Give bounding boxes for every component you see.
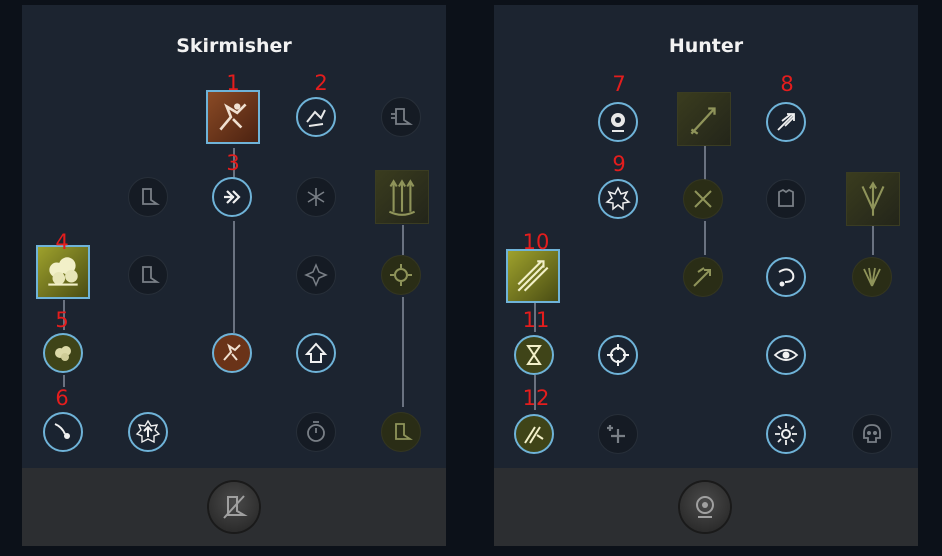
skill-node-archer-leap[interactable] xyxy=(206,90,260,144)
skill-node-arrow-volley[interactable] xyxy=(375,170,429,224)
boot-speed-icon xyxy=(391,108,413,125)
tree-title: Hunter xyxy=(668,35,744,57)
skill-node-hook-shot[interactable] xyxy=(766,257,806,297)
plus-cross-icon xyxy=(607,425,625,443)
skill-node-up-burst[interactable] xyxy=(128,412,168,452)
connector xyxy=(704,144,706,181)
skill-node-smoke-small[interactable] xyxy=(43,333,83,373)
skull-icon xyxy=(863,424,881,443)
boot-icon xyxy=(142,266,160,283)
skill-node-burst-arrow[interactable] xyxy=(296,255,336,295)
eye-icon xyxy=(773,349,799,361)
connector xyxy=(402,225,404,255)
skill-node-scatter-shot[interactable] xyxy=(296,177,336,217)
step-marker: 9 xyxy=(612,152,626,176)
target-burst-icon xyxy=(775,423,797,445)
step-marker: 1 xyxy=(226,71,240,95)
archer-leap-icon xyxy=(219,103,247,131)
skill-node-trident-volley[interactable] xyxy=(846,172,900,226)
tree-root-node[interactable] xyxy=(209,482,259,532)
skill-node-tracker[interactable] xyxy=(598,102,638,142)
tracker-icon xyxy=(696,496,714,518)
up-burst-icon xyxy=(135,419,161,444)
double-chevron-icon xyxy=(224,190,241,204)
tree-footer xyxy=(494,468,918,546)
skill-node-stopwatch[interactable] xyxy=(296,412,336,452)
skill-node-dash-strike[interactable] xyxy=(296,97,336,137)
skill-node-plus-cross[interactable] xyxy=(598,414,638,454)
hook-shot-icon xyxy=(778,268,795,287)
step-marker: 12 xyxy=(522,386,550,410)
skill-node-trident-arrow[interactable] xyxy=(766,102,806,142)
step-marker: 4 xyxy=(55,230,69,254)
skill-node-target-burst[interactable] xyxy=(766,414,806,454)
skill-node-fan-arrows[interactable] xyxy=(852,257,892,297)
arrow-volley-icon xyxy=(388,179,416,216)
comet-icon xyxy=(54,423,70,439)
smoke-cloud-icon xyxy=(48,257,78,286)
skill-node-piercing-shot[interactable] xyxy=(683,257,723,297)
step-marker: 2 xyxy=(314,71,328,95)
skill-node-boot-evade[interactable] xyxy=(128,177,168,217)
skill-node-armor[interactable] xyxy=(766,179,806,219)
skill-node-eye[interactable] xyxy=(766,335,806,375)
boot-up-icon xyxy=(304,342,328,363)
skill-node-arrow-burst[interactable] xyxy=(514,414,554,454)
skirmisher-tree-panel: Skirmisher 1 2 3 4 5 6 xyxy=(22,5,446,546)
connector xyxy=(402,297,404,407)
step-marker: 10 xyxy=(522,230,550,254)
skill-node-double-chevron[interactable] xyxy=(212,177,252,217)
boot-icon xyxy=(142,188,160,205)
boot-icon xyxy=(395,423,413,440)
skill-node-spiked-burst[interactable] xyxy=(381,255,421,295)
step-marker: 6 xyxy=(55,386,69,410)
skill-node-crossed-arrows[interactable] xyxy=(683,179,723,219)
skill-node-boot-speed[interactable] xyxy=(381,97,421,137)
tree-root-node[interactable] xyxy=(680,482,730,532)
piercing-shot-icon xyxy=(693,267,711,287)
connector xyxy=(704,221,706,255)
step-marker: 8 xyxy=(780,72,794,96)
connector xyxy=(233,221,235,333)
skill-node-skull[interactable] xyxy=(852,414,892,454)
skill-node-multi-arrow[interactable] xyxy=(506,249,560,303)
hourglass-icon xyxy=(526,345,542,365)
skill-node-boot-up[interactable] xyxy=(296,333,336,373)
skill-node-boot-run[interactable] xyxy=(128,255,168,295)
step-marker: 7 xyxy=(612,72,626,96)
crossed-arrows-icon xyxy=(694,190,712,208)
step-marker: 11 xyxy=(522,308,550,332)
slashed-boot-icon xyxy=(223,495,248,519)
skill-node-arrow-rain[interactable] xyxy=(677,92,731,146)
step-marker: 3 xyxy=(226,151,240,175)
burst-arrow-icon xyxy=(304,263,328,287)
skill-node-star-burst[interactable] xyxy=(598,179,638,219)
arrow-rain-icon xyxy=(690,107,716,135)
trident-volley-icon xyxy=(861,181,885,216)
multi-arrow-icon xyxy=(517,260,549,292)
skill-node-hourglass[interactable] xyxy=(514,335,554,375)
crosshair-icon xyxy=(607,344,629,366)
spiked-burst-icon xyxy=(390,264,412,286)
connector xyxy=(872,225,874,255)
skill-node-comet[interactable] xyxy=(43,412,83,452)
skill-node-archer-shot[interactable] xyxy=(212,333,252,373)
archer-shot-icon xyxy=(223,343,241,361)
hunter-tree-panel: Hunter 7 8 9 10 11 12 xyxy=(494,5,918,546)
star-burst-icon xyxy=(605,186,631,211)
dash-strike-icon xyxy=(306,109,326,127)
scatter-shot-icon xyxy=(307,188,325,206)
tracker-icon xyxy=(611,113,625,132)
skill-node-boot-final[interactable] xyxy=(381,412,421,452)
tree-title: Skirmisher xyxy=(176,35,292,57)
smoke-icon xyxy=(55,346,71,361)
step-marker: 5 xyxy=(55,308,69,332)
stopwatch-icon xyxy=(307,421,325,442)
tree-footer xyxy=(22,468,446,546)
trident-arrow-icon xyxy=(777,113,795,131)
arrow-burst-icon xyxy=(524,426,544,444)
armor-icon xyxy=(778,188,794,207)
skill-node-crosshair[interactable] xyxy=(598,335,638,375)
fan-arrows-icon xyxy=(863,267,881,287)
